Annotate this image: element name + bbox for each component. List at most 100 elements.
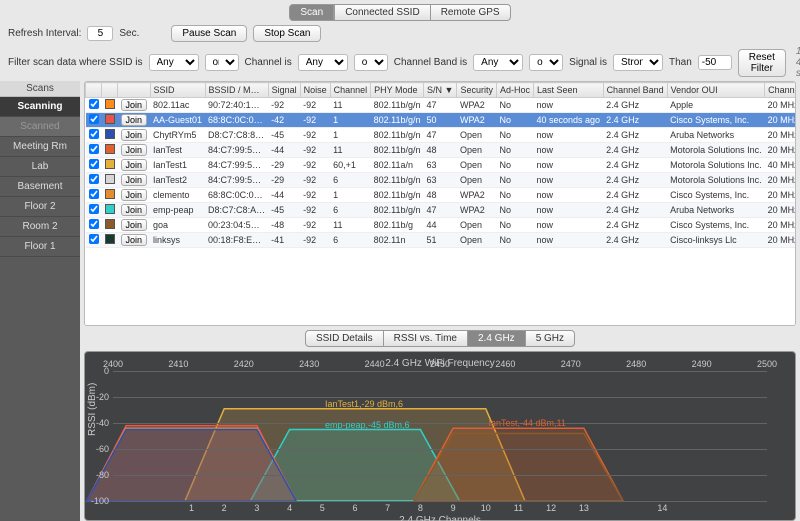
network-row[interactable]: JoinChytRYm5D8:C7:C8:8…-45-921802.11b/g/…: [86, 128, 797, 143]
filter-threshold-input[interactable]: [698, 55, 732, 70]
series-label: emp-peap,-45 dBm,6: [325, 420, 410, 430]
network-row[interactable]: JoinIanTest84:C7:99:5…-44-9211802.11b/g/…: [86, 143, 797, 158]
row-checkbox[interactable]: [89, 114, 99, 124]
color-swatch: [105, 174, 115, 184]
y-tick-label: -100: [91, 496, 109, 506]
column-header[interactable]: PHY Mode: [371, 83, 424, 98]
row-checkbox[interactable]: [89, 234, 99, 244]
network-row[interactable]: Joingoa00:23:04:5…-48-9211802.11b/g44Ope…: [86, 218, 797, 233]
row-checkbox[interactable]: [89, 174, 99, 184]
channel-tick-label: 8: [418, 503, 423, 513]
channel-tick-label: 14: [657, 503, 667, 513]
freq-tick-label: 2490: [692, 359, 712, 369]
join-button[interactable]: Join: [121, 114, 148, 126]
join-button[interactable]: Join: [121, 219, 148, 231]
filter-channel-select[interactable]: Any: [298, 54, 348, 71]
column-header[interactable]: [102, 83, 118, 98]
color-swatch: [105, 114, 115, 124]
join-button[interactable]: Join: [121, 129, 148, 141]
filter-ssid-select[interactable]: Any: [149, 54, 199, 71]
chart-tab-2-4-ghz[interactable]: 2.4 GHz: [468, 330, 526, 347]
sidebar-item-scanning[interactable]: Scanning: [0, 97, 80, 117]
freq-tick-label: 2470: [561, 359, 581, 369]
row-checkbox[interactable]: [89, 189, 99, 199]
column-header[interactable]: Security: [457, 83, 497, 98]
network-row[interactable]: Joinclemento68:8C:0C:0…-44-921802.11b/g/…: [86, 188, 797, 203]
column-header[interactable]: [118, 83, 151, 98]
channel-tick-label: 3: [254, 503, 259, 513]
column-header[interactable]: BSSID / M…: [205, 83, 268, 98]
column-header[interactable]: Signal: [268, 83, 300, 98]
channel-tick-label: 11: [514, 503, 523, 513]
refresh-interval-input[interactable]: [87, 26, 113, 41]
sidebar-header: Scans: [0, 81, 80, 97]
network-row[interactable]: Join802.11ac90:72:40:1…-92-9211802.11b/g…: [86, 98, 797, 113]
sidebar-item-meeting-rm[interactable]: Meeting Rm: [0, 137, 80, 157]
pause-scan-button[interactable]: Pause Scan: [171, 25, 247, 42]
join-button[interactable]: Join: [121, 204, 148, 216]
row-checkbox[interactable]: [89, 99, 99, 109]
row-checkbox[interactable]: [89, 129, 99, 139]
filter-band-select[interactable]: Any: [473, 54, 523, 71]
chart-tab-5-ghz[interactable]: 5 GHz: [526, 330, 575, 347]
y-tick-label: -20: [96, 392, 109, 402]
chart-tab-ssid-details[interactable]: SSID Details: [305, 330, 384, 347]
column-header[interactable]: Last Seen: [534, 83, 604, 98]
filter-op1-select[interactable]: or: [205, 54, 239, 71]
network-row[interactable]: JoinIanTest184:C7:99:5…-29-9260,+1802.11…: [86, 158, 797, 173]
join-button[interactable]: Join: [121, 144, 148, 156]
join-button[interactable]: Join: [121, 159, 148, 171]
top-tab-scan[interactable]: Scan: [289, 4, 334, 21]
network-row[interactable]: JoinAA-Guest0168:8C:0C:0…-42-921802.11b/…: [86, 113, 797, 128]
column-header[interactable]: SSID: [150, 83, 205, 98]
channel-tick-label: 6: [352, 503, 357, 513]
column-header[interactable]: Channel Width: [765, 83, 796, 98]
sidebar-item-floor-1[interactable]: Floor 1: [0, 237, 80, 257]
column-header[interactable]: Ad-Hoc: [496, 83, 533, 98]
join-button[interactable]: Join: [121, 189, 148, 201]
top-tab-remote-gps[interactable]: Remote GPS: [431, 4, 511, 21]
top-tabs: ScanConnected SSIDRemote GPS: [0, 0, 800, 23]
filter-count-label: 10 of 45 shown: [796, 46, 800, 79]
network-row[interactable]: JoinIanTest284:C7:99:5…-29-926802.11b/g/…: [86, 173, 797, 188]
column-header[interactable]: Noise: [300, 83, 330, 98]
row-checkbox[interactable]: [89, 144, 99, 154]
y-tick-label: -60: [96, 444, 109, 454]
chart-panel: 2.4 GHz WiFi Frequency RSSI (dBm) -100-8…: [84, 351, 796, 521]
join-button[interactable]: Join: [121, 234, 148, 246]
reset-filter-button[interactable]: Reset Filter: [738, 49, 786, 77]
sidebar-item-scanned[interactable]: Scanned: [0, 117, 80, 137]
filter-band-label: Channel Band is: [394, 57, 467, 68]
channel-tick-label: 7: [385, 503, 390, 513]
column-header[interactable]: S/N ▼: [424, 83, 457, 98]
freq-tick-label: 2480: [626, 359, 646, 369]
y-tick-label: -80: [96, 470, 109, 480]
channel-tick-label: 12: [546, 503, 556, 513]
sidebar-item-lab[interactable]: Lab: [0, 157, 80, 177]
top-tab-connected-ssid[interactable]: Connected SSID: [334, 4, 431, 21]
sidebar-item-floor-2[interactable]: Floor 2: [0, 197, 80, 217]
network-row[interactable]: Joinemp-peapD8:C7:C8:A…-45-926802.11b/g/…: [86, 203, 797, 218]
freq-tick-label: 2500: [757, 359, 777, 369]
join-button[interactable]: Join: [121, 174, 148, 186]
column-header[interactable]: [86, 83, 102, 98]
column-header[interactable]: Vendor OUI: [667, 83, 765, 98]
sidebar-item-room-2[interactable]: Room 2: [0, 217, 80, 237]
channel-tick-label: 5: [320, 503, 325, 513]
sidebar: Scans ScanningScannedMeeting RmLabBaseme…: [0, 81, 80, 521]
row-checkbox[interactable]: [89, 159, 99, 169]
column-header[interactable]: Channel Band: [603, 83, 667, 98]
sidebar-item-basement[interactable]: Basement: [0, 177, 80, 197]
filter-op2-select[interactable]: or: [354, 54, 388, 71]
channel-tick-label: 10: [481, 503, 491, 513]
chart-tab-rssi-vs-time[interactable]: RSSI vs. Time: [384, 330, 468, 347]
filter-signal-select[interactable]: Stronger: [613, 54, 663, 71]
freq-tick-label: 2400: [103, 359, 123, 369]
network-row[interactable]: Joinlinksys00:18:F8:E…-41-926802.11n51Op…: [86, 233, 797, 248]
filter-op3-select[interactable]: or: [529, 54, 563, 71]
column-header[interactable]: Channel: [330, 83, 371, 98]
join-button[interactable]: Join: [121, 99, 148, 111]
row-checkbox[interactable]: [89, 204, 99, 214]
stop-scan-button[interactable]: Stop Scan: [253, 25, 321, 42]
row-checkbox[interactable]: [89, 219, 99, 229]
